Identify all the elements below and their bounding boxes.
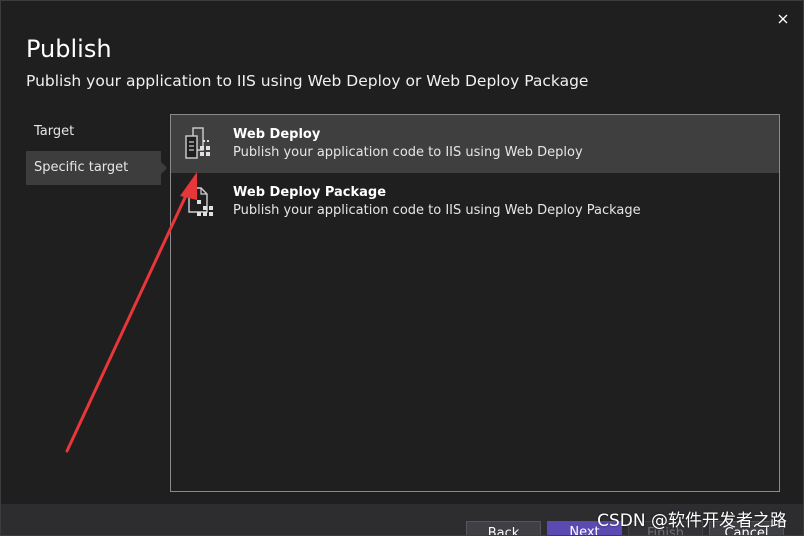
option-web-deploy-package[interactable]: Web Deploy Package Publish your applicat… [171, 173, 779, 231]
publish-dialog: Publish Publish your application to IIS … [0, 0, 804, 536]
nav-item-target[interactable]: Target [26, 115, 161, 149]
nav-item-label: Specific target [34, 160, 129, 175]
nav-item-label: Target [34, 124, 75, 139]
nav-item-specific-target[interactable]: Specific target [26, 151, 167, 185]
dialog-title: Publish [26, 35, 112, 63]
close-icon [778, 14, 788, 24]
web-deploy-package-icon [188, 187, 213, 216]
target-options-list: Web Deploy Publish your application code… [170, 114, 780, 492]
close-button[interactable] [775, 11, 791, 27]
option-description: Publish your application code to IIS usi… [233, 145, 583, 160]
option-web-deploy[interactable]: Web Deploy Publish your application code… [171, 115, 779, 173]
web-deploy-icon [185, 127, 210, 159]
dialog-subtitle: Publish your application to IIS using We… [26, 72, 589, 90]
option-title: Web Deploy [233, 127, 321, 142]
option-description: Publish your application code to IIS usi… [233, 203, 641, 218]
back-button[interactable]: Back [466, 521, 541, 535]
option-title: Web Deploy Package [233, 185, 387, 200]
watermark: CSDN @软件开发者之路 [597, 511, 787, 531]
wizard-nav: Target Specific target [26, 115, 167, 187]
